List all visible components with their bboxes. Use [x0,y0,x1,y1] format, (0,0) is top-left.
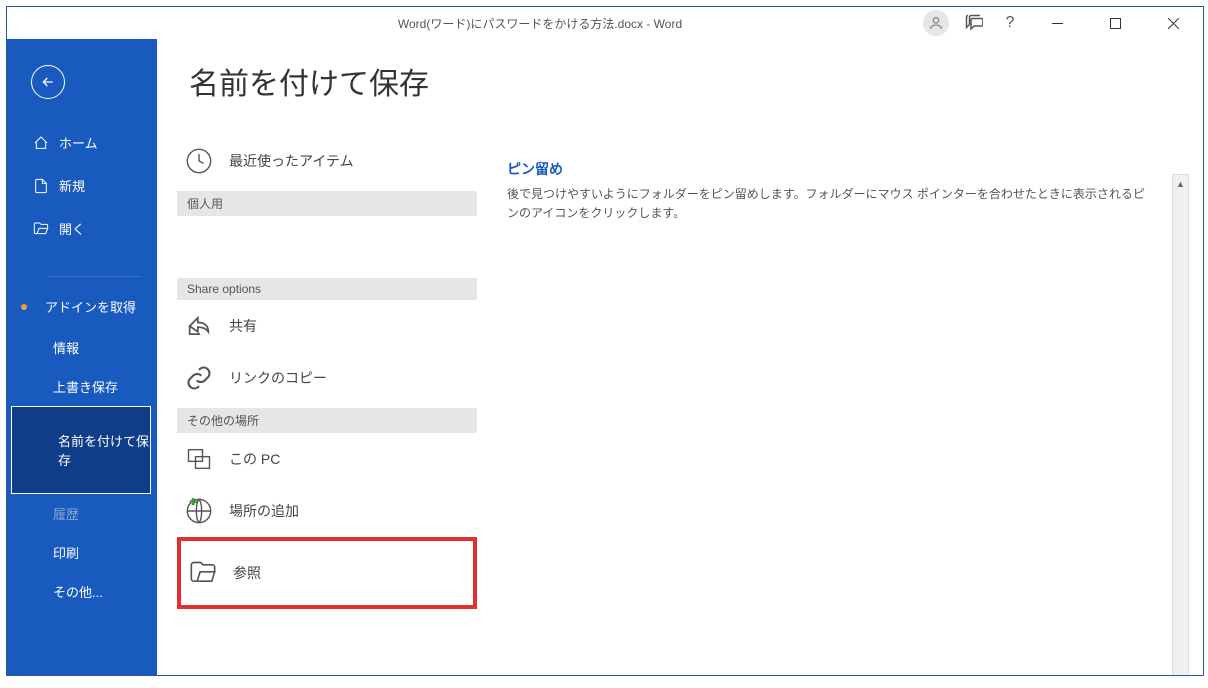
pin-section-title: ピン留め [507,159,1155,179]
share-icon [185,312,213,340]
sidebar-item-history: 履歴 [7,494,157,533]
locations-column: 名前を付けて保存 最近使ったアイテム 個人用 Share options 共有 … [157,59,477,675]
window-title: Word(ワード)にパスワードをかける方法.docx - Word [157,15,923,32]
help-icon[interactable]: ? [999,12,1021,34]
sidebar-item-label: 名前を付けて保存 [58,434,149,468]
location-label: リンクのコピー [229,368,327,388]
scroll-up-button[interactable]: ▲ [1173,175,1188,192]
location-thispc[interactable]: この PC [177,433,477,485]
sidebar-item-home[interactable]: ホーム [7,121,157,164]
vertical-scrollbar[interactable]: ▲ ▼ [1172,174,1189,675]
maximize-button[interactable] [1093,8,1137,38]
sidebar-item-more[interactable]: その他... [7,572,157,611]
account-icon[interactable] [923,10,949,36]
page-title: 名前を付けて保存 [177,59,477,103]
location-label: 場所の追加 [229,501,299,521]
section-header-share: Share options [177,278,477,300]
sidebar-item-print[interactable]: 印刷 [7,533,157,572]
sidebar-item-saveas[interactable]: 名前を付けて保存 [11,406,151,494]
add-place-icon [185,497,213,525]
home-icon [33,135,49,151]
titlebar: Word(ワード)にパスワードをかける方法.docx - Word ? [7,7,1203,39]
sidebar-item-label: 上書き保存 [53,380,118,395]
pc-icon [185,445,213,473]
new-document-icon [33,178,49,194]
pin-section-description: 後で見つけやすいようにフォルダーをピン留めします。フォルダーにマウス ポインター… [507,185,1155,223]
sidebar-item-label: ホーム [59,133,98,152]
sidebar-item-save[interactable]: 上書き保存 [7,367,157,406]
sidebar-item-label: 情報 [53,341,79,356]
right-pane: ピン留め 後で見つけやすいようにフォルダーをピン留めします。フォルダーにマウス … [477,59,1203,675]
clock-icon [185,147,213,175]
section-header-other: その他の場所 [177,408,477,433]
sidebar-item-info[interactable]: 情報 [7,328,157,367]
feedback-icon[interactable] [963,12,985,34]
minimize-button[interactable] [1035,8,1079,38]
location-copylink[interactable]: リンクのコピー [177,352,477,404]
sidebar-item-label: 印刷 [53,546,79,561]
sidebar-item-label: その他... [53,585,103,600]
sidebar-item-label: 履歴 [53,507,79,522]
location-browse[interactable]: 参照 [177,537,477,609]
sidebar-item-label: 新規 [59,176,85,195]
location-addplace[interactable]: 場所の追加 [177,485,477,537]
sidebar-item-getaddins[interactable]: アドインを取得 [7,285,157,328]
location-label: この PC [229,449,280,469]
sidebar-item-label: 開く [59,219,85,238]
location-share[interactable]: 共有 [177,300,477,352]
location-recent[interactable]: 最近使ったアイテム [177,135,477,187]
sidebar-item-open[interactable]: 開く [7,207,157,250]
addins-dot-icon [21,304,27,310]
location-label: 共有 [229,316,257,336]
folder-open-icon [33,221,49,237]
folder-icon [189,559,217,587]
backstage-sidebar: ホーム 新規 開く アドインを取得 情報 上書き保存 名前を付けて保存 履歴 印… [7,39,157,675]
back-button[interactable] [31,65,65,99]
close-button[interactable] [1151,8,1195,38]
section-header-personal: 個人用 [177,191,477,216]
sidebar-item-new[interactable]: 新規 [7,164,157,207]
location-label: 最近使ったアイテム [229,151,354,171]
link-icon [185,364,213,392]
location-label: 参照 [233,563,261,583]
sidebar-item-label: アドインを取得 [45,297,136,316]
